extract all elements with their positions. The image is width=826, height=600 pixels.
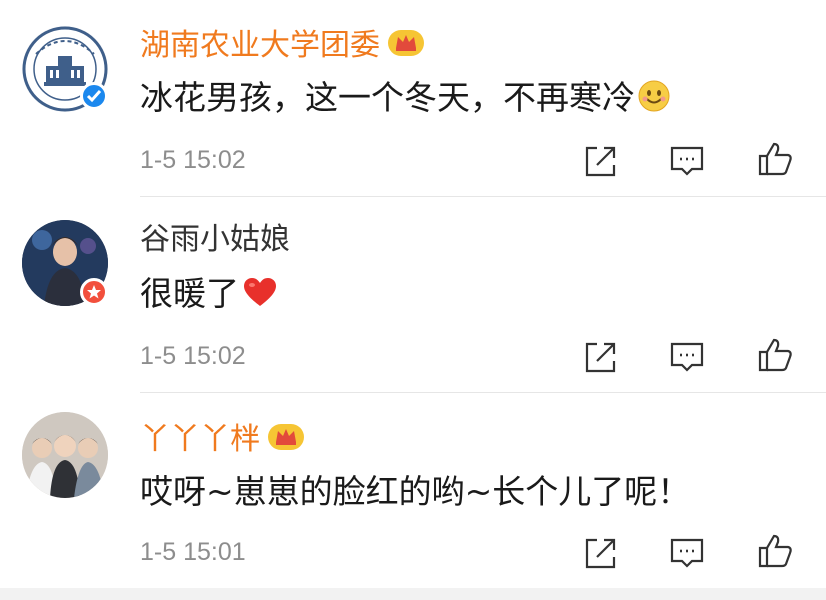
- share-icon[interactable]: [583, 535, 619, 571]
- timestamp: 1-5 15:01: [140, 538, 246, 566]
- like-icon[interactable]: [757, 337, 793, 373]
- username[interactable]: 丫丫丫柈: [140, 418, 306, 463]
- timestamp: 1-5 15:02: [140, 342, 246, 370]
- comment-text-body: 很暖了: [140, 274, 239, 313]
- comment-text: 很暖了: [140, 274, 277, 318]
- comment-item: 丫丫丫柈 哎呀~崽崽的脸红的哟~长个儿了呢！ 1-5 15:01: [0, 0, 826, 569]
- divider: [140, 392, 826, 393]
- star-badge-icon: [80, 278, 108, 306]
- vip-crown-icon: [266, 418, 306, 463]
- comment-text: 哎呀~崽崽的脸红的哟~长个儿了呢！: [140, 472, 691, 511]
- group-photo-avatar-icon: [22, 412, 108, 498]
- reply-icon[interactable]: [669, 535, 705, 571]
- divider: [140, 196, 826, 197]
- share-icon[interactable]: [583, 339, 619, 375]
- reply-icon[interactable]: [669, 339, 705, 375]
- username-text[interactable]: 丫丫丫柈: [140, 422, 260, 457]
- red-heart-icon: [243, 277, 277, 318]
- bottom-separator: [0, 588, 826, 600]
- avatar[interactable]: [22, 412, 108, 498]
- like-icon[interactable]: [757, 533, 793, 569]
- username[interactable]: 谷雨小姑娘: [140, 222, 290, 258]
